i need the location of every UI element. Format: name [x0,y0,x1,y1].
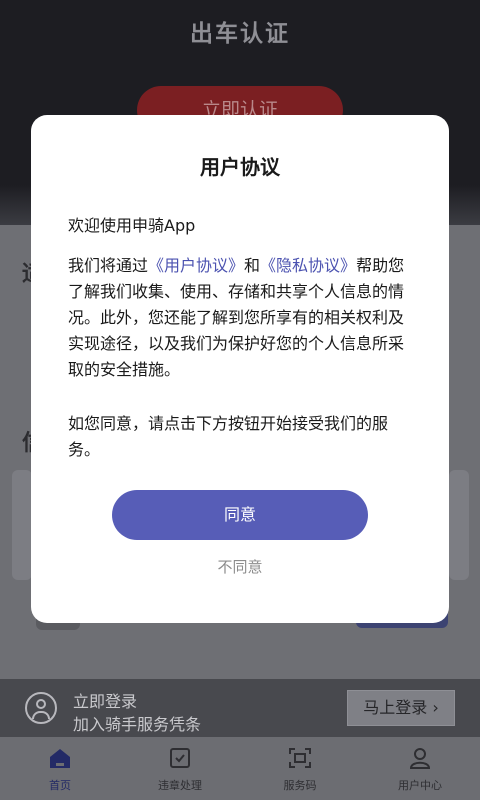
background-card [12,470,32,580]
agree-button[interactable]: 同意 [112,490,368,540]
tab-service-code[interactable]: 服务码 [250,737,350,800]
paragraph-text: 和 [244,256,261,275]
chevron-right-icon: › [432,698,439,717]
home-icon [50,749,70,768]
tab-user-center[interactable]: 用户中心 [370,737,470,800]
login-now-label: 马上登录 [363,698,428,717]
consent-paragraph: 如您同意，请点击下方按钮开始接受我们的服务。 [68,414,389,459]
agreement-paragraph: 我们将通过《用户协议》和《隐私协议》帮助您了解我们收集、使用、存储和共享个人信息… [68,253,418,383]
violation-icon [170,748,190,768]
tab-label: 服务码 [283,779,317,792]
disagree-button[interactable]: 不同意 [112,555,368,579]
login-subtitle: 加入骑手服务凭条 [73,715,202,734]
hero-title: 出车认证 [190,21,290,47]
avatar-icon [25,692,57,724]
tab-violation[interactable]: 违章处理 [130,737,230,800]
welcome-text: 欢迎使用申骑App [68,216,196,235]
background-card [449,470,469,580]
dialog-title: 用户协议 [200,155,280,179]
user-agreement-dialog: 用户协议 欢迎使用申骑App 我们将通过《用户协议》和《隐私协议》帮助您了解我们… [31,115,449,623]
user-agreement-link[interactable]: 《用户协议》 [148,256,244,275]
scan-code-icon [289,748,311,768]
paragraph-text: 我们将通过 [68,256,149,275]
user-icon [409,748,431,769]
tab-label: 用户中心 [398,779,442,792]
privacy-agreement-link[interactable]: 《隐私协议》 [260,256,356,275]
login-now-button[interactable]: 马上登录 › [347,690,455,726]
login-title: 立即登录 [73,692,138,711]
tab-home[interactable]: 首页 [10,737,110,800]
tab-label: 首页 [49,779,71,792]
tab-label: 违章处理 [158,779,202,792]
